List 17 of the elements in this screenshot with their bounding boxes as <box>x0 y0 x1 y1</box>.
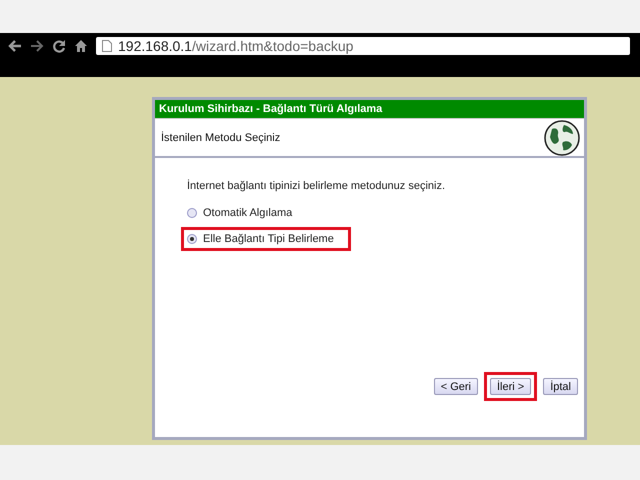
back-button[interactable]: < Geri <box>434 378 478 395</box>
forward-icon[interactable] <box>30 39 44 53</box>
radio-button[interactable] <box>187 234 197 244</box>
reload-icon[interactable] <box>52 39 66 53</box>
cancel-button[interactable]: İptal <box>543 378 578 395</box>
radio-button[interactable] <box>187 208 197 218</box>
wizard-title: Kurulum Sihirbazı - Bağlantı Türü Algılama <box>155 100 584 118</box>
back-icon[interactable] <box>8 39 22 53</box>
radio-option[interactable]: Elle Bağlantı Tipi Belirleme <box>187 230 334 248</box>
globe-icon <box>544 120 580 156</box>
address-bar[interactable]: 192.168.0.1/wizard.htm&todo=backup <box>96 37 630 55</box>
page-icon <box>102 40 112 52</box>
step-title: İstenilen Metodu Seçiniz <box>161 132 280 144</box>
next-button[interactable]: İleri > <box>490 378 532 395</box>
instruction-text: İnternet bağlantı tipinizi belirleme metodunuz seçiniz. <box>187 180 446 192</box>
home-icon[interactable] <box>74 39 88 53</box>
radio-option[interactable]: Otomatik Algılama <box>187 204 292 222</box>
